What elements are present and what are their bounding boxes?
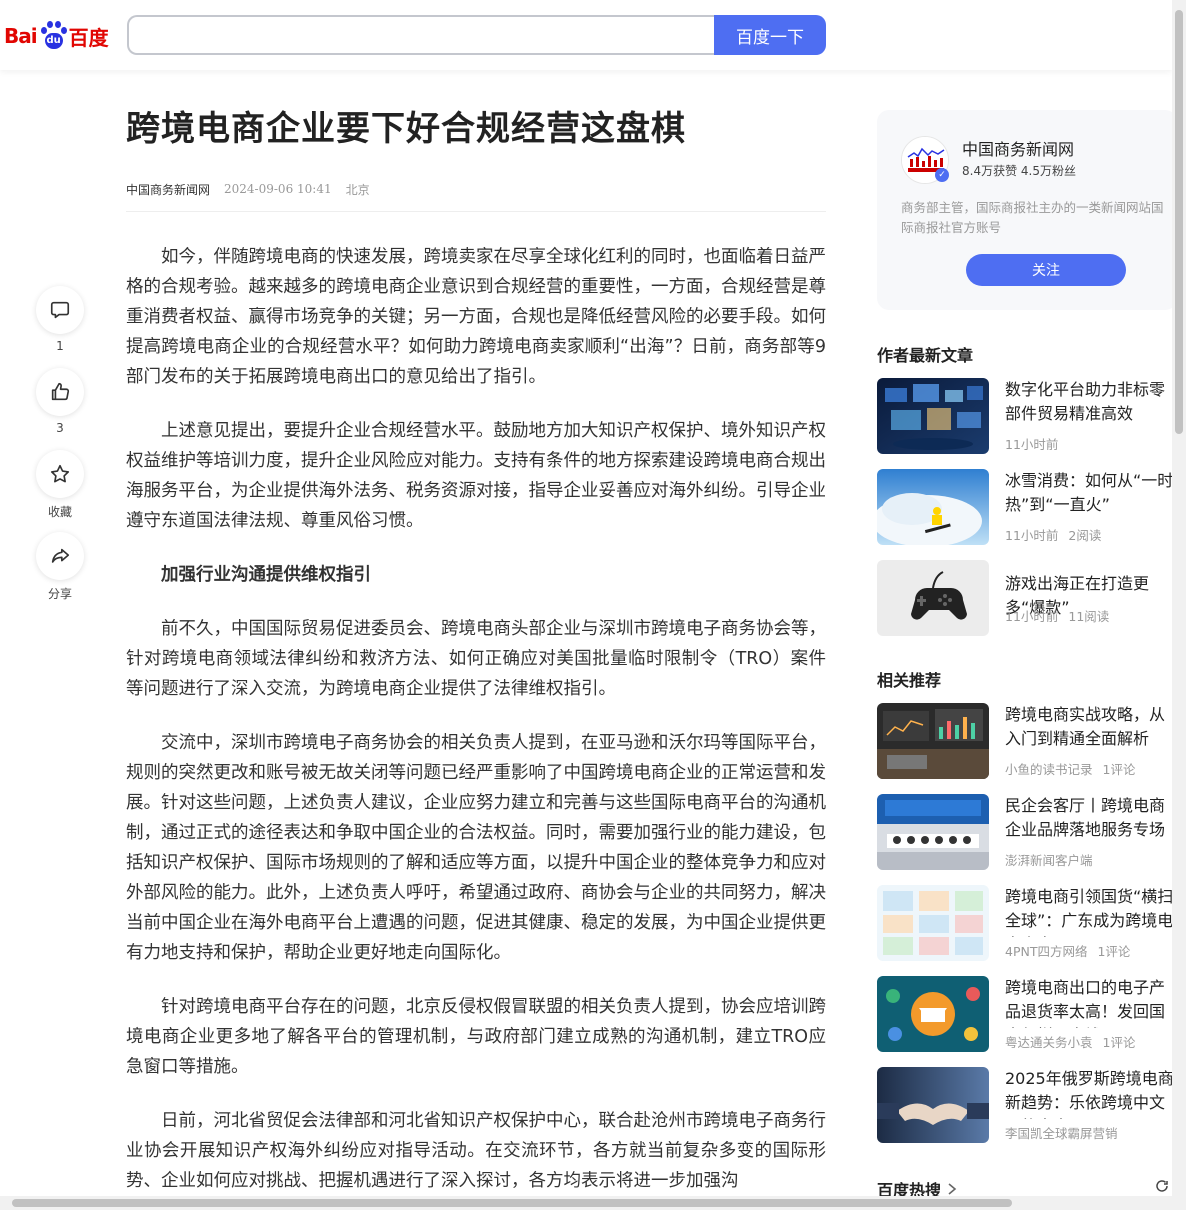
latest-item-title[interactable]: 数字化平台助力非标零部件贸易精准高效 [1005,378,1175,430]
related-item[interactable]: 跨境电商出口的电子产品退货率太高！发回国内怎样最省钱 粤达通关务小袁1评论 [877,976,1177,1052]
article-location: 北京 [345,182,370,197]
latest-item[interactable]: 游戏出海正在打造更多“爆款” 11小时前 11阅读 [877,560,1177,636]
like-count: 3 [56,421,64,435]
vertical-scrollbar[interactable] [1172,0,1186,1196]
share-label: 分享 [47,587,72,601]
latest-item-meta: 11小时前 [1005,437,1059,452]
related-item-title[interactable]: 跨境电商出口的电子产品退货率太高！发回国内怎样最省钱 [1005,976,1175,1028]
comment-icon[interactable] [36,286,84,334]
thumbnail-image[interactable] [877,378,989,454]
latest-item-meta: 11小时前 2阅读 [1005,528,1102,543]
author-name[interactable]: 中国商务新闻网 [962,136,1074,160]
related-item[interactable]: 2025年俄罗斯跨境电商新趋势：乐依跨境中文网的未来 李国凯全球霸屏营销 [877,1067,1177,1143]
refresh-icon[interactable] [1154,1178,1170,1194]
favorite-label: 收藏 [47,505,72,519]
scrollbar-thumb[interactable] [12,1199,1012,1207]
related-item[interactable]: 跨境电商引领国货“横扫全球”：广东成为跨境电商大省 4PNT四方网络1评论 [877,885,1177,961]
favorite-action[interactable]: 收藏 [36,450,84,532]
thumbnail-image[interactable] [877,794,989,870]
related-section-title: 相关推荐 [877,671,942,690]
section-heading: 加强行业沟通提供维权指引 [161,565,371,585]
star-icon[interactable] [36,450,84,498]
latest-item-meta: 11小时前 11阅读 [1005,609,1110,624]
follow-button[interactable]: 关注 [966,254,1126,286]
search-input[interactable] [127,15,717,55]
related-item-title[interactable]: 民企会客厅丨跨境电商企业品牌落地服务专场 [1005,794,1175,846]
related-item-meta: 小鱼的读书记录 1评论 [1005,762,1136,777]
chevron-right-icon [948,1183,957,1195]
paw-icon: du [38,21,68,51]
paragraph: 交流中，深圳市跨境电子商务协会的相关负责人提到，在亚马逊和沃尔玛等国际平台，规则… [126,733,826,963]
related-item-meta: 粤达通关务小袁 1评论 [1005,1035,1136,1050]
thumbnail-image[interactable] [877,976,989,1052]
article-title: 跨境电商企业要下好合规经营这盘棋 [126,109,686,149]
latest-section-title: 作者最新文章 [877,346,974,365]
article-source[interactable]: 中国商务新闻网 [126,181,210,198]
thumb-up-icon[interactable] [36,368,84,416]
related-item-meta: 澎湃新闻客户端 [1005,853,1093,868]
scrollbar-thumb[interactable] [1175,10,1183,434]
author-card: ✓ 中国商务新闻网 8.4万获赞 4.5万粉丝 商务部主管，国际商报社主办的一类… [877,110,1177,310]
related-item[interactable]: 跨境电商实战攻略，从入门到精通全面解析 小鱼的读书记录 1评论 [877,703,1177,779]
related-item-title[interactable]: 2025年俄罗斯跨境电商新趋势：乐依跨境中文网的未来 [1005,1067,1175,1119]
related-item-title[interactable]: 跨境电商引领国货“横扫全球”：广东成为跨境电商大省 [1005,885,1175,937]
divider [126,211,826,212]
related-item-title[interactable]: 跨境电商实战攻略，从入门到精通全面解析 [1005,703,1175,755]
verified-icon: ✓ [935,168,949,182]
horizontal-scrollbar[interactable] [0,1196,1186,1210]
paragraph: 上述意见提出，要提升企业合规经营水平。鼓励地方加大知识产权保护、境外知识产权权益… [126,421,826,531]
related-item[interactable]: 民企会客厅丨跨境电商企业品牌落地服务专场 澎湃新闻客户端 [877,794,1177,870]
thumbnail-image[interactable] [877,560,989,636]
action-column: 1 3 收藏 分享 [36,286,84,614]
page: { "header": { "logo_left": "Bai", "logo_… [0,0,1186,1210]
article: 跨境电商企业要下好合规经营这盘棋 中国商务新闻网 2024-09-06 10:4… [126,104,826,1210]
related-item-meta: 李国凯全球霸屏营销 [1005,1126,1118,1141]
thumbnail-image[interactable] [877,469,989,545]
search-button[interactable]: 百度一下 [714,15,826,55]
related-item-meta: 4PNT四方网络 1评论 [1005,944,1131,959]
article-meta: 中国商务新闻网 2024-09-06 10:41 北京 [126,180,826,198]
paragraph: 针对跨境电商平台存在的问题，北京反侵权假冒联盟的相关负责人提到，协会应培训跨境电… [126,997,826,1077]
share-icon[interactable] [36,532,84,580]
author-description: 商务部主管，国际商报社主办的一类新闻网站国际商报社官方账号 [901,200,1164,235]
latest-item-title[interactable]: 冰雪消费：如何从“一时热”到“一直火” [1005,469,1175,521]
article-body: 如今，伴随跨境电商的快速发展，跨境卖家在尽享全球化红利的同时，也面临着日益严格的… [126,242,826,1196]
paragraph: 日前，河北省贸促会法律部和河北省知识产权保护中心，联合赴沧州市跨境电子商务行业协… [126,1111,826,1191]
author-stats: 8.4万获赞 4.5万粉丝 [962,164,1076,178]
like-action[interactable]: 3 [36,368,84,450]
article-time: 2024-09-06 10:41 [224,182,332,196]
baidu-logo[interactable]: Bai du 百度 [4,18,109,54]
thumbnail-image[interactable] [877,703,989,779]
top-bar: Bai du 百度 百度一下 [0,0,1172,70]
paragraph: 前不久，中国国际贸易促进委员会、跨境电商头部企业与深圳市跨境电子商务协会等，针对… [126,619,826,699]
paragraph: 如今，伴随跨境电商的快速发展，跨境卖家在尽享全球化红利的同时，也面临着日益严格的… [126,247,826,387]
comment-count: 1 [56,339,64,353]
share-action[interactable]: 分享 [36,532,84,614]
thumbnail-image[interactable] [877,885,989,961]
logo-text-right: 百度 [68,25,109,50]
latest-item[interactable]: 数字化平台助力非标零部件贸易精准高效 11小时前 [877,378,1177,454]
thumbnail-image[interactable] [877,1067,989,1143]
comment-action[interactable]: 1 [36,286,84,368]
latest-item[interactable]: 冰雪消费：如何从“一时热”到“一直火” 11小时前 2阅读 [877,469,1177,545]
logo-text-left: Bai [4,24,38,48]
